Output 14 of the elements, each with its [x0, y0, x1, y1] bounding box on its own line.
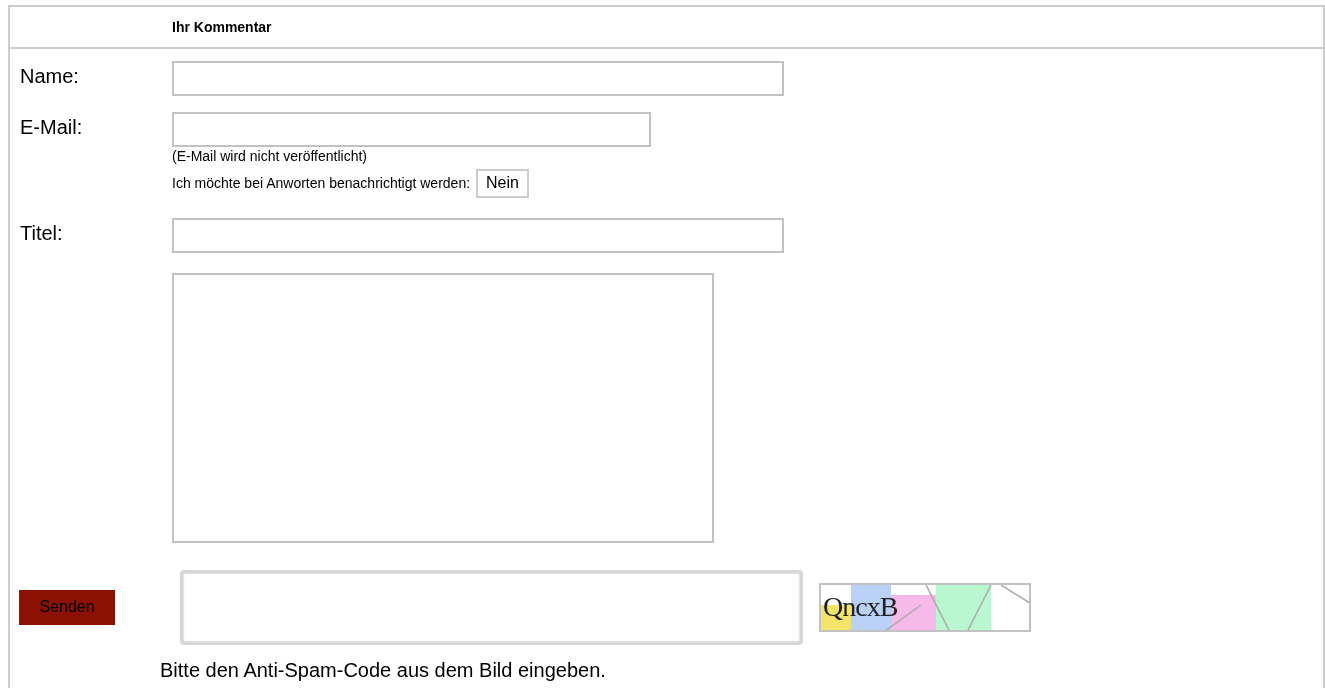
notify-label: Ich möchte bei Anworten benachrichtigt werden: — [172, 174, 471, 193]
captcha-input-field[interactable] — [180, 570, 803, 645]
notify-toggle-button[interactable]: Nein — [476, 169, 529, 198]
field-label: Name: — [20, 65, 79, 87]
captcha-hint: Bitte den Anti-Spam-Code aus dem Bild eingeben. — [160, 659, 606, 681]
field-note: (E-Mail wird nicht veröffentlicht) — [172, 147, 369, 166]
captcha-code: QncxB — [822, 591, 898, 622]
comment-textarea[interactable] — [172, 273, 714, 543]
field-label: Titel: — [20, 222, 63, 244]
field-label: E-Mail: — [20, 116, 83, 138]
form-heading: Ihr Kommentar — [172, 17, 272, 37]
text-field[interactable] — [172, 61, 784, 96]
text-field[interactable] — [172, 218, 784, 253]
email-field[interactable] — [172, 112, 651, 147]
